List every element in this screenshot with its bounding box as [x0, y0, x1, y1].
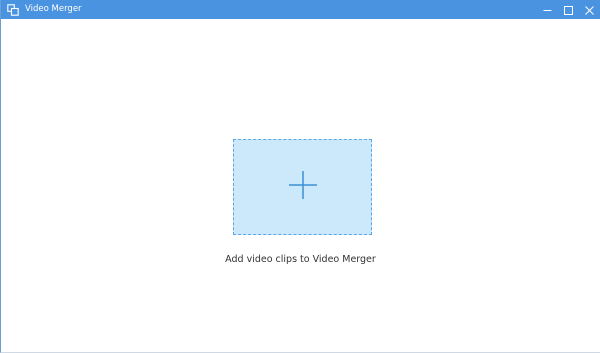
maximize-icon: [564, 0, 573, 19]
maximize-button[interactable]: [558, 0, 579, 19]
title-bar[interactable]: Video Merger: [1, 0, 600, 19]
plus-icon: [288, 170, 318, 204]
window-controls: [537, 0, 600, 19]
minimize-icon: [543, 0, 552, 19]
video-merger-icon: [7, 3, 19, 16]
minimize-button[interactable]: [537, 0, 558, 19]
add-clips-label: Add video clips to Video Merger: [225, 254, 376, 265]
close-button[interactable]: [579, 0, 600, 19]
add-video-drop-zone[interactable]: [233, 139, 372, 235]
app-window: Video Merger Add video clips to Video Me…: [0, 0, 600, 353]
window-title: Video Merger: [25, 4, 82, 14]
close-icon: [585, 0, 594, 19]
